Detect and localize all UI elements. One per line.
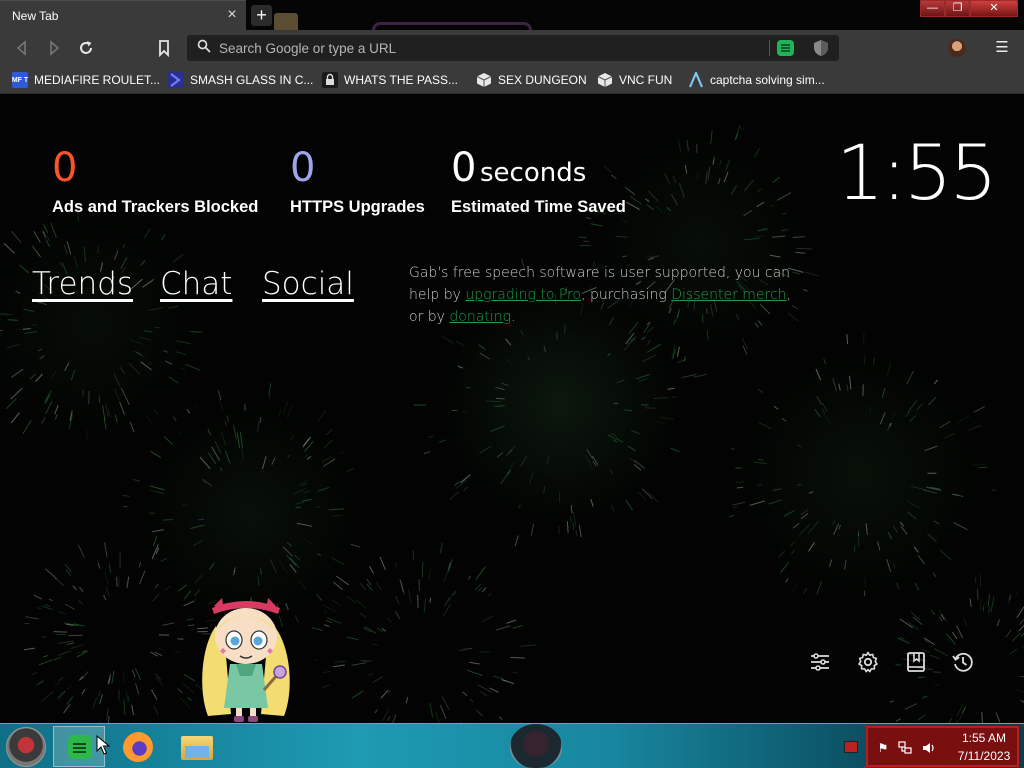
bookmark-label: WHATS THE PASS... [344,73,459,87]
tab-strip: New Tab × + — ❐ ✕ [0,0,1024,30]
social-link[interactable]: Social [262,266,354,302]
tray-clock-time[interactable]: 1:55 AM [948,731,1020,745]
taskbar-firefox-app[interactable] [113,726,165,767]
trends-link[interactable]: Trends [32,266,133,302]
dissenter-merch-link[interactable]: Dissenter merch [671,287,786,303]
bookmark-label: MEDIAFIRE ROULET... [34,73,161,87]
gab-support-message: Gab's free speech software is user suppo… [409,262,809,328]
network-icon[interactable] [898,741,912,755]
action-center-flag-icon[interactable]: ⚑ [876,741,890,755]
reload-icon [80,41,92,54]
minimize-icon: — [927,2,938,14]
message-text: , purchasing [581,287,672,303]
shield-icon[interactable] [813,39,829,57]
ads-blocked-count: 0 [52,145,78,191]
bookmark-page-button[interactable] [154,38,174,58]
bookmarks-bar: MF T MEDIAFIRE ROULET... SMASH GLASS IN … [0,66,1024,94]
restore-icon: ❐ [952,2,963,14]
new-tab-page: 0 Ads and Trackers Blocked 0 HTTPS Upgra… [0,94,1024,723]
firefox-icon [123,732,153,762]
tab-close-icon[interactable]: × [224,6,240,24]
browser-toolbar: ☰ [0,30,1024,66]
system-tray: ⚑ 1:55 AM 7/11/2023 [866,726,1019,767]
show-desktop-button[interactable] [844,741,858,753]
back-arrow-icon [16,40,26,56]
chat-link[interactable]: Chat [160,266,232,302]
background-window-edge [372,22,532,30]
back-button[interactable] [12,38,32,58]
upgrade-pro-link[interactable]: upgrading to Pro [465,287,581,303]
smash-glass-icon [168,72,184,88]
bookmark-whats-the-pass[interactable]: WHATS THE PASS... [322,71,458,89]
vnc-cube-icon [597,73,613,87]
window-close-button[interactable]: ✕ [970,0,1018,17]
time-saved-unit: seconds [480,158,587,188]
taskbar-file-explorer[interactable] [173,726,225,767]
browser-menu-icon[interactable]: ☰ [993,38,1011,58]
time-saved-label: Estimated Time Saved [451,198,626,216]
search-icon [197,39,211,53]
tab-new-tab[interactable]: New Tab × [0,0,246,30]
maximize-button[interactable]: ❐ [945,0,970,17]
bookmark-label: captcha solving sim... [710,73,825,87]
new-tab-button[interactable]: + [251,5,272,26]
address-bar[interactable] [187,35,839,61]
bookmark-sex-dungeon[interactable]: SEX DUNGEON [476,71,587,89]
bookmark-label: SEX DUNGEON [498,73,587,87]
forward-arrow-icon [50,40,60,56]
bookmark-mediafire[interactable]: MF T MEDIAFIRE ROULET... [12,71,160,89]
notes-extension-icon[interactable] [777,40,794,56]
bookmark-label: VNC FUN [619,73,673,87]
https-upgrades-count: 0 [290,145,316,191]
clock: 1:55 [836,128,998,217]
mouse-cursor-icon [96,735,110,755]
donating-link[interactable]: donating [449,309,511,325]
address-bar-divider [769,40,770,56]
bookmarks-icon[interactable] [904,650,928,674]
profile-avatar[interactable] [948,39,966,57]
tab-title: New Tab [12,9,59,23]
bookmark-captcha-solving[interactable]: captcha solving sim... [688,71,825,89]
bookmark-vnc-fun[interactable]: VNC FUN [597,71,672,89]
reload-button[interactable] [76,38,96,58]
mediafire-icon: MF T [12,72,28,88]
bookmark-label: SMASH GLASS IN C... [190,73,314,87]
taskbar: ⚑ 1:55 AM 7/11/2023 [0,723,1024,768]
close-icon: ✕ [989,2,999,14]
captcha-a-icon [688,72,704,88]
volume-icon[interactable] [922,741,936,755]
forward-button[interactable] [44,38,64,58]
taskbar-center-emblem [510,724,562,768]
cartoon-girl-character [202,598,290,722]
start-button[interactable] [6,727,46,767]
https-upgrades-label: HTTPS Upgrades [290,198,425,216]
bookmark-smash-glass[interactable]: SMASH GLASS IN C... [168,71,313,89]
bookmark-icon [159,40,169,58]
lock-site-icon [322,72,338,88]
customize-icon[interactable] [808,650,832,674]
ads-blocked-label: Ads and Trackers Blocked [52,198,259,216]
tray-clock-date[interactable]: 7/11/2023 [948,749,1020,763]
settings-gear-icon[interactable] [856,650,880,674]
history-icon[interactable] [951,650,975,674]
address-input[interactable] [219,38,779,58]
background-window-thumbnail [274,13,298,30]
minimize-button[interactable]: — [920,0,945,17]
dungeon-cube-icon [476,73,492,87]
message-text: . [510,309,516,325]
time-saved-count: 0 [451,145,477,191]
